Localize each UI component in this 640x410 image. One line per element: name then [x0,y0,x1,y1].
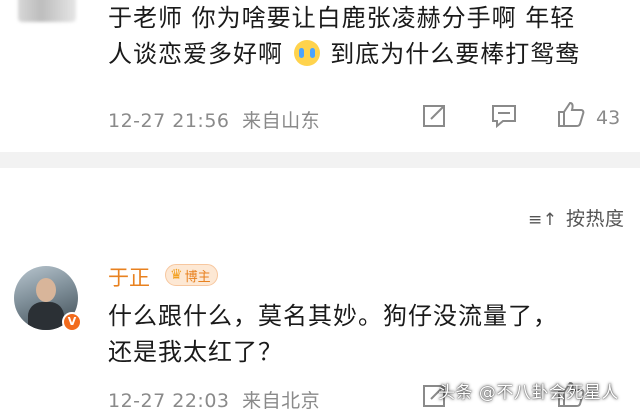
crown-icon: ♛ [170,267,183,283]
comment-line: 于老师 你为啥要让白鹿张凌赫分手啊 年轻 [108,4,576,32]
sort-icon: ≡↑ [528,210,558,230]
badge-label: 博主 [184,269,211,285]
sort-label: 按热度 [566,208,625,230]
comment-text: 什么跟什么，莫名其妙。狗仔没流量了， 还是我太红了？ [108,298,628,370]
avatar-head [36,278,56,302]
watermark: 头条 @不八卦会死星人 [438,383,619,403]
comment-meta: 12-27 21:56 来自山东 [108,106,320,133]
section-divider [0,152,640,168]
thumbs-up-icon[interactable] [556,100,586,128]
timestamp: 12-27 21:56 [108,110,230,132]
timestamp: 12-27 22:03 [108,390,230,410]
like-count: 43 [596,107,621,129]
verified-icon: V [62,312,82,332]
location: 来自北京 [242,390,321,410]
comment-meta: 12-27 22:03 来自北京 [108,386,320,410]
crying-face-icon [293,40,320,66]
comment-line: 到底为什么要棒打鸳鸯 [330,40,581,68]
location: 来自山东 [242,110,321,132]
comment-icon[interactable] [490,102,518,128]
blogger-badge: ♛ 博主 [165,264,218,286]
avatar[interactable] [18,0,76,22]
share-icon[interactable] [422,102,448,128]
comment-line: 还是我太红了？ [108,338,283,366]
comment-card-1: 于老师 你为啥要让白鹿张凌赫分手啊 年轻 人谈恋爱多好啊 到底为什么要棒打鸳鸯 … [0,0,640,150]
comment-text: 于老师 你为啥要让白鹿张凌赫分手啊 年轻 人谈恋爱多好啊 到底为什么要棒打鸳鸯 [108,0,628,72]
comment-line: 什么跟什么，莫名其妙。狗仔没流量了， [108,302,558,330]
comment-line: 人谈恋爱多好啊 [108,40,283,68]
sort-by-popularity-button[interactable]: ≡↑ 按热度 [528,204,625,231]
avatar-body [28,302,64,330]
username[interactable]: 于正 [108,262,150,292]
